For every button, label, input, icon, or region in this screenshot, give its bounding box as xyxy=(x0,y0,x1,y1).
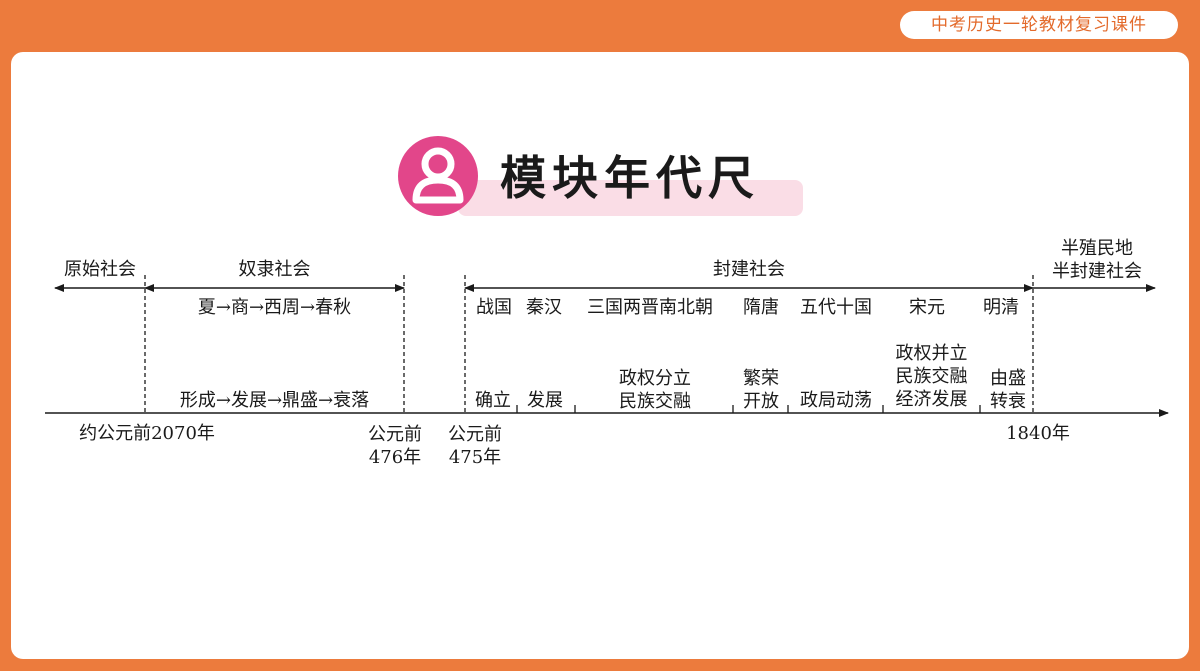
stage-line: 繁荣 xyxy=(743,368,779,389)
period-label: 三国两晋南北朝 xyxy=(587,297,713,318)
date-label: 1840年 xyxy=(1006,423,1070,444)
date-label: 公元前 475年 xyxy=(438,423,512,469)
semi-colonial-label: 半殖民地 半封建社会 xyxy=(1033,237,1161,283)
semi-colonial-line: 半殖民地 xyxy=(1061,238,1133,259)
slave-society-label: 奴隶社会 xyxy=(238,259,311,280)
stage-line: 民族交融 xyxy=(619,391,691,412)
stage-label: 政权并立 民族交融 经济发展 xyxy=(883,342,980,411)
period-label: 明清 xyxy=(983,297,1019,318)
date-line: 476年 xyxy=(368,447,422,468)
date-line: 公元前 xyxy=(368,424,422,445)
stage-label: 发展 xyxy=(527,390,563,411)
period-label: 秦汉 xyxy=(526,297,562,318)
stage-line: 政权并立 xyxy=(895,343,968,364)
semi-colonial-line: 半封建社会 xyxy=(1052,261,1142,282)
period-label: 战国 xyxy=(476,297,512,318)
stage-label: 政权分立 民族交融 xyxy=(577,367,733,413)
date-label: 公元前 476年 xyxy=(358,423,432,469)
period-label: 五代十国 xyxy=(800,297,872,318)
stage-line: 政权分立 xyxy=(619,368,691,389)
stage-line: 开放 xyxy=(743,391,779,412)
primitive-society-label: 原始社会 xyxy=(64,259,136,280)
stage-line: 民族交融 xyxy=(895,366,968,387)
date-line: 公元前 xyxy=(448,424,502,445)
stage-label: 繁荣 开放 xyxy=(734,367,788,413)
stage-label: 由盛 转衰 xyxy=(982,367,1034,413)
feudal-society-label: 封建社会 xyxy=(713,259,785,280)
period-label: 宋元 xyxy=(909,297,945,318)
stage-label: 政局动荡 xyxy=(800,390,872,411)
stage-line: 由盛 xyxy=(990,368,1026,389)
stage-label: 确立 xyxy=(475,390,511,411)
timeline-diagram xyxy=(45,275,1169,417)
date-line: 475年 xyxy=(448,447,502,468)
period-label: 隋唐 xyxy=(743,297,779,318)
slave-dynasties-label: 夏→商→西周→春秋 xyxy=(197,297,352,318)
slave-stages-label: 形成→发展→鼎盛→衰落 xyxy=(179,390,370,411)
stage-line: 经济发展 xyxy=(895,389,968,410)
date-label: 约公元前2070年 xyxy=(79,423,215,444)
stage-line: 转衰 xyxy=(990,391,1026,412)
